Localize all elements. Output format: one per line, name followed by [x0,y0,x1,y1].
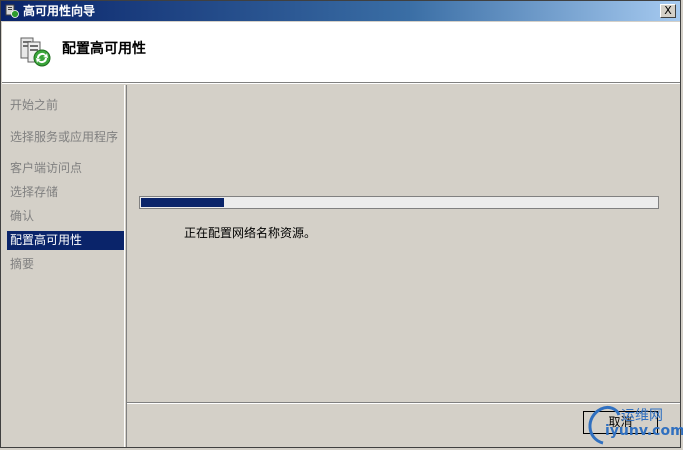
title-bar[interactable]: 高可用性向导 X [1,1,680,21]
wizard-header: 配置高可用性 [2,22,680,82]
step-configure-ha: 配置高可用性 [7,231,124,250]
step-before-you-begin: 开始之前 [10,98,59,112]
window-title: 高可用性向导 [23,4,96,18]
wizard-window: 高可用性向导 X 配置高可用性 开始之前 选择服务或应用程序 客户端访问点 选择… [0,0,683,448]
progress-fill [141,198,224,207]
status-text: 正在配置网络名称资源。 [184,226,317,240]
cluster-icon [5,4,19,18]
close-button[interactable]: X [660,4,676,18]
wizard-steps-sidebar: 开始之前 选择服务或应用程序 客户端访问点 选择存储 确认 配置高可用性 摘要 [2,85,124,447]
cancel-label: 取消 [608,415,633,429]
step-select-service: 选择服务或应用程序 [10,130,119,144]
page-title: 配置高可用性 [62,41,146,57]
cancel-button[interactable]: 取消 [583,411,658,434]
close-icon: X [664,4,672,17]
step-client-access-point: 客户端访问点 [10,161,83,175]
sidebar-divider [124,85,127,447]
high-availability-icon [20,37,51,67]
main-content: 正在配置网络名称资源。 [128,85,680,403]
header-divider [2,82,680,84]
step-summary: 摘要 [10,257,35,271]
progress-bar [139,196,659,209]
footer-divider [127,402,680,404]
step-confirmation: 确认 [10,209,35,223]
step-select-storage: 选择存储 [10,185,59,199]
